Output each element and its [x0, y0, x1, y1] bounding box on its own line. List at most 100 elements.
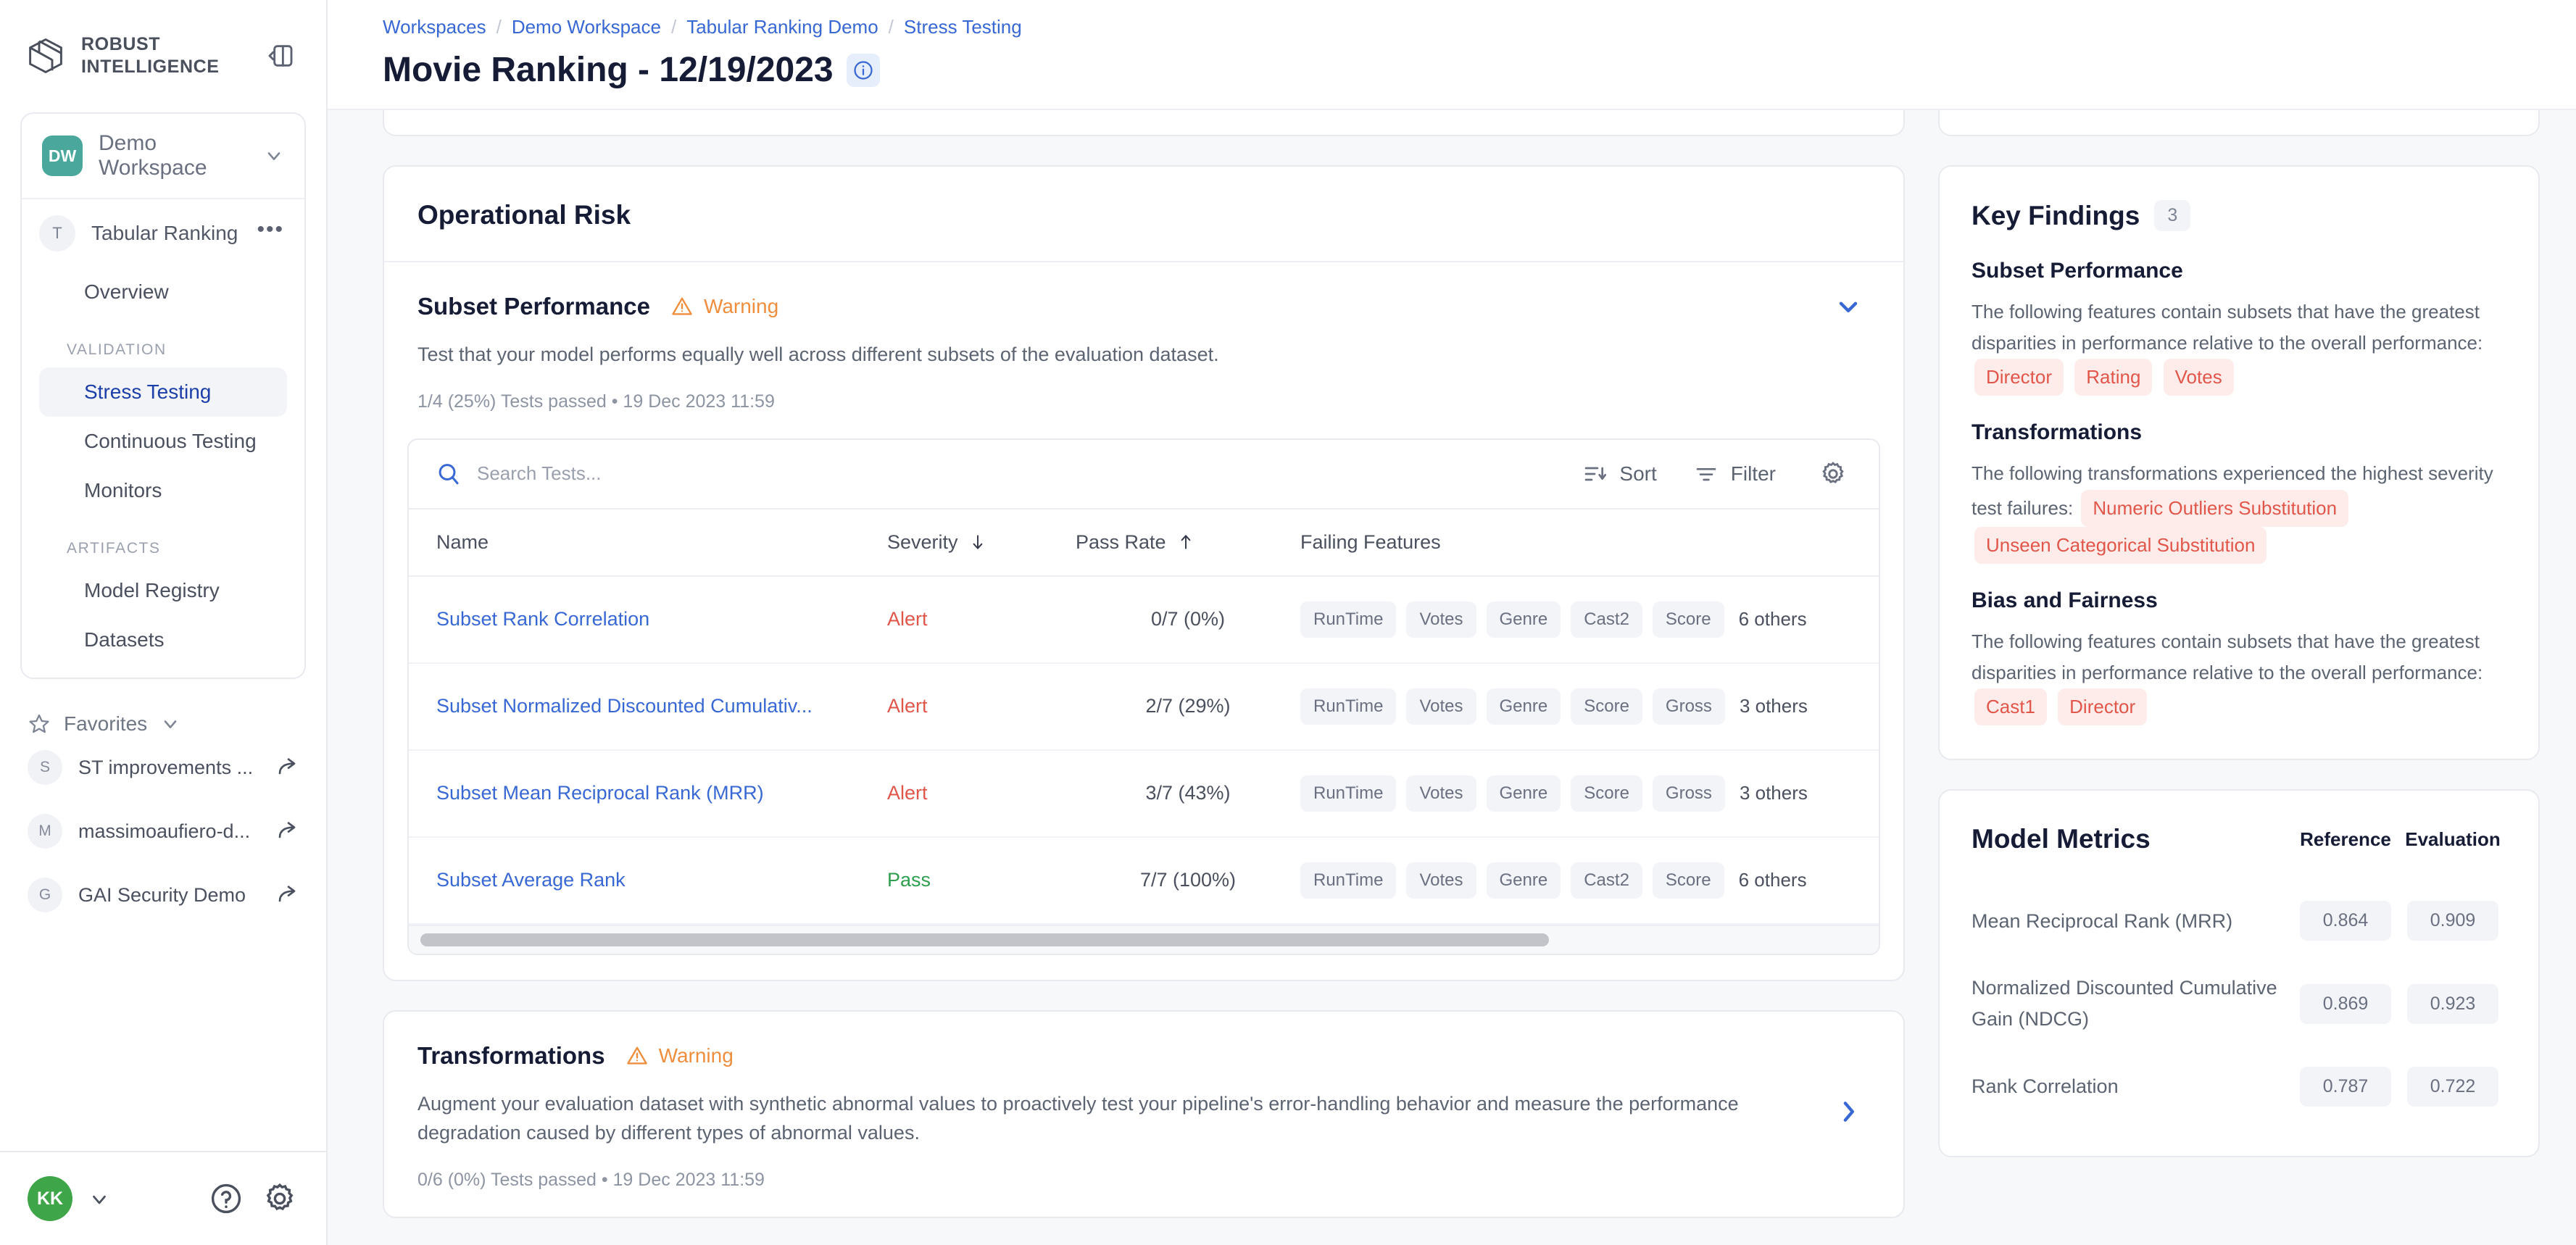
chevron-down-icon[interactable]: [1834, 292, 1863, 321]
table-horizontal-scrollbar[interactable]: [409, 925, 1879, 954]
help-icon[interactable]: [207, 1180, 245, 1217]
sidebar-item-project[interactable]: T Tabular Ranking ... •••: [22, 199, 304, 267]
table-row[interactable]: Subset Rank Correlation Alert 0/7 (0%) R…: [409, 576, 1879, 663]
test-name-link[interactable]: Subset Average Rank: [436, 869, 887, 891]
feature-chip: Gross: [1653, 688, 1725, 725]
finding-chip: Director: [2058, 688, 2147, 725]
pass-rate-value: 3/7 (43%): [1145, 782, 1230, 804]
gear-icon[interactable]: [261, 1180, 299, 1217]
open-external-icon[interactable]: [277, 883, 300, 907]
column-header-pass-rate[interactable]: Pass Rate: [1076, 509, 1300, 576]
metric-label: Normalized Discounted Cumulative Gain (N…: [1972, 973, 2292, 1034]
test-name-link[interactable]: Subset Rank Correlation: [436, 608, 887, 630]
search-input[interactable]: Search Tests...: [436, 462, 1555, 486]
open-external-icon[interactable]: [277, 756, 300, 779]
key-finding-text: The following features contain subsets t…: [1972, 301, 2482, 354]
breadcrumb-item-tabular-ranking-demo[interactable]: Tabular Ranking Demo: [686, 16, 878, 38]
filter-button[interactable]: Filter: [1684, 457, 1786, 491]
table-settings-gear-icon[interactable]: [1815, 456, 1851, 492]
key-findings-title: Key Findings: [1972, 201, 2140, 231]
column-header-name[interactable]: Name: [409, 509, 887, 576]
sidebar-item-model-registry[interactable]: Model Registry: [39, 566, 287, 615]
project-name: Tabular Ranking ...: [91, 222, 241, 245]
info-icon[interactable]: [847, 54, 880, 87]
breadcrumb: Workspaces / Demo Workspace / Tabular Ra…: [328, 16, 2576, 38]
feature-chip: RunTime: [1300, 775, 1396, 812]
sidebar-footer: KK: [0, 1151, 326, 1245]
column-header-severity[interactable]: Severity: [887, 509, 1076, 576]
feature-more-count: 6 others: [1734, 869, 1807, 891]
key-finding-title: Transformations: [1972, 420, 2506, 458]
scrollbar-thumb[interactable]: [420, 933, 1549, 946]
content-area: Operational Risk Subset Performance Warn…: [328, 110, 2576, 1245]
table-row[interactable]: Subset Mean Reciprocal Rank (MRR) Alert …: [409, 750, 1879, 837]
subset-performance-description: Test that your model performs equally we…: [417, 320, 1795, 370]
brand-text: ROBUST INTELLIGENCE: [81, 33, 220, 78]
open-external-icon[interactable]: [277, 820, 300, 843]
filter-label: Filter: [1731, 462, 1776, 486]
nav-bottom-pad: [22, 665, 304, 678]
metric-evaluation-pill: 0.923: [2407, 984, 2498, 1024]
list-item[interactable]: G GAI Security Demo: [0, 863, 326, 927]
sidebar-item-monitors[interactable]: Monitors: [39, 466, 287, 515]
filter-icon: [1695, 462, 1718, 486]
favorite-name: GAI Security Demo: [78, 884, 261, 907]
test-name-link[interactable]: Subset Mean Reciprocal Rank (MRR): [436, 782, 887, 804]
favorites-label: Favorites: [64, 712, 147, 736]
workspace-name: Demo Workspace: [99, 131, 248, 180]
finding-chip: Votes: [2164, 359, 2234, 396]
table-row[interactable]: Subset Normalized Discounted Cumulativ..…: [409, 663, 1879, 750]
metric-row: Mean Reciprocal Rank (MRR) 0.864 0.909: [1972, 885, 2506, 957]
model-metrics-title: Model Metrics: [1972, 824, 2292, 854]
failing-features-list: RunTime Votes Genre Cast2 Score 6 others: [1300, 862, 1879, 899]
sidebar-item-continuous-testing[interactable]: Continuous Testing: [39, 417, 287, 466]
sidebar-item-stress-testing[interactable]: Stress Testing: [39, 367, 287, 417]
sidebar-item-datasets[interactable]: Datasets: [39, 615, 287, 665]
scrolled-side-card-above: [1938, 110, 2540, 136]
column-header-pass-rate-label: Pass Rate: [1076, 531, 1166, 554]
feature-more-count: 6 others: [1734, 608, 1807, 630]
key-finding-body: The following transformations experience…: [1972, 458, 2506, 588]
feature-chip: RunTime: [1300, 688, 1396, 725]
list-item[interactable]: M massimoaufiero-d...: [0, 799, 326, 863]
feature-chip: Genre: [1487, 862, 1561, 899]
arrow-up-icon: [1176, 533, 1195, 551]
workspace-selector[interactable]: DW Demo Workspace: [22, 114, 304, 199]
severity-sort-wrap: Severity: [887, 531, 987, 554]
list-item[interactable]: S ST improvements ...: [0, 736, 326, 799]
status-badge: Warning: [626, 1044, 734, 1067]
chevron-down-icon[interactable]: [88, 1188, 109, 1209]
column-header-failing-features[interactable]: Failing Features: [1300, 509, 1879, 576]
favorites-header[interactable]: Favorites: [0, 712, 326, 736]
chevron-right-icon[interactable]: [1834, 1097, 1863, 1126]
project-more-icon[interactable]: •••: [257, 223, 284, 243]
workspace-avatar: DW: [42, 136, 83, 176]
warning-triangle-icon: [626, 1044, 649, 1067]
metric-label: Rank Correlation: [1972, 1071, 2292, 1102]
subset-performance-header: Subset Performance Warning: [417, 293, 1870, 320]
feature-more-count: 3 others: [1735, 782, 1808, 804]
breadcrumb-item-workspaces[interactable]: Workspaces: [383, 16, 486, 38]
test-name-link[interactable]: Subset Normalized Discounted Cumulativ..…: [436, 695, 887, 717]
avatar[interactable]: KK: [28, 1176, 72, 1221]
transformations-card: Transformations Warning Augme: [383, 1010, 1905, 1218]
key-findings-header: Key Findings 3: [1972, 200, 2506, 259]
tests-table-toolbar: Search Tests... Sort: [409, 440, 1879, 509]
column-header-reference: Reference: [2292, 828, 2399, 851]
severity-value: Alert: [887, 782, 928, 804]
severity-value: Alert: [887, 695, 928, 717]
subset-performance-title: Subset Performance: [417, 293, 650, 320]
failing-features-list: RunTime Votes Genre Cast2 Score 6 others: [1300, 601, 1879, 638]
sidebar-item-overview[interactable]: Overview: [39, 267, 287, 317]
table-row[interactable]: Subset Average Rank Pass 7/7 (100%) RunT…: [409, 837, 1879, 924]
table-header-row: Name Severity: [409, 509, 1879, 576]
breadcrumb-item-demo-workspace[interactable]: Demo Workspace: [512, 16, 661, 38]
transformations-description: Augment your evaluation dataset with syn…: [417, 1070, 1795, 1148]
breadcrumb-item-stress-testing[interactable]: Stress Testing: [904, 16, 1022, 38]
status-badge: Warning: [670, 295, 778, 318]
metric-reference-value: 0.787: [2292, 1067, 2399, 1107]
collapse-sidebar-icon[interactable]: [261, 36, 300, 75]
key-finding-item: Transformations The following transforma…: [1972, 420, 2506, 588]
sort-button[interactable]: Sort: [1573, 457, 1666, 491]
feature-chip: Score: [1653, 601, 1724, 638]
